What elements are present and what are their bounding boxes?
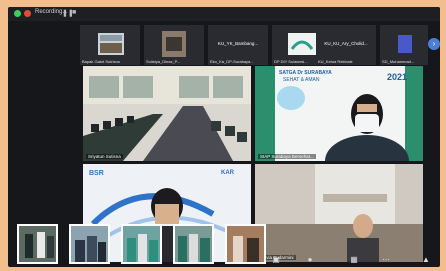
zoom-window: Recording... ❚❚ ■ Bapak Gatot Sutrisno S… xyxy=(8,7,440,267)
banner-subtitle: SEHAT & AMAN xyxy=(283,77,320,83)
participant-name: Sulistya_Dinas_P... xyxy=(146,59,181,64)
video-tile-room-person[interactable]: Sylvia Sudarmini xyxy=(255,164,423,262)
camera-icon[interactable]: ▣ xyxy=(272,256,280,264)
status-dot-icon xyxy=(14,10,21,17)
room-person-video xyxy=(255,164,423,262)
participant-thumbnail[interactable]: Sulistya_Dinas_P... xyxy=(144,25,204,65)
participant-name: Eko_Ka_DP-Surabaya... xyxy=(210,59,254,64)
more-icon[interactable]: ⋯ xyxy=(382,256,390,264)
chat-icon[interactable]: ▲ xyxy=(422,256,430,264)
gallery-photo[interactable] xyxy=(69,224,110,264)
record-icon[interactable] xyxy=(24,10,31,17)
next-page-icon[interactable]: › xyxy=(428,38,440,50)
participant-name: KU_Ketua Rektorat xyxy=(318,59,353,64)
participant-strip: Bapak Gatot Sutrisno Sulistya_Dinas_P...… xyxy=(80,25,432,65)
banner-year: 2021 xyxy=(387,72,408,82)
participant-name: Bapak Gatot Sutrisno xyxy=(82,59,121,64)
participant-name: SIAP Surabaya Bersehat... xyxy=(258,154,316,159)
participant-thumbnail[interactable]: SD_Muhammad... xyxy=(380,25,428,65)
participant-display-name: KU_YK_Bambang... xyxy=(217,41,259,46)
group-photo xyxy=(71,226,108,262)
group-photo xyxy=(19,226,56,262)
group-photo xyxy=(175,226,212,262)
banner-title: SATGA Dr SURABAYA xyxy=(279,70,332,76)
participant-thumbnail[interactable]: KU_YK_Bambang... Eko_Ka_DP-Surabaya... xyxy=(208,25,268,65)
meeting-room-video xyxy=(83,66,251,161)
grid-icon[interactable]: ▦ xyxy=(350,256,358,264)
participant-name: SD_Muhammad... xyxy=(382,59,415,64)
mic-icon[interactable]: ● xyxy=(306,256,314,264)
title-bar: Recording... ❚❚ ■ xyxy=(8,7,440,21)
gallery-photo[interactable] xyxy=(17,224,58,264)
kar-logo: KAR xyxy=(221,170,234,176)
bsr-logo: BSR xyxy=(89,170,104,177)
participant-name: DP DIY Sulawesi... xyxy=(274,59,308,64)
participant-display-name: KU_KU_Ary_Cholid... xyxy=(324,41,368,46)
gallery-photo[interactable] xyxy=(173,224,214,264)
gallery-photo[interactable] xyxy=(225,224,266,264)
gallery-photo[interactable] xyxy=(121,224,162,264)
participant-thumbnail[interactable]: KU_KU_Ary_Cholid... KU_Ketua Rektorat xyxy=(316,25,376,65)
video-tile-speaker[interactable]: SATGA Dr SURABAYA SEHAT & AMAN 2021 SIAP… xyxy=(255,66,423,161)
stop-icon[interactable]: ■ xyxy=(72,9,76,16)
participant-name: Sriyatun Sutisna xyxy=(86,154,123,159)
group-photo xyxy=(227,226,264,262)
video-tile-meeting-room[interactable]: Sriyatun Sutisna xyxy=(83,66,251,161)
participant-thumbnail[interactable]: Bapak Gatot Sutrisno xyxy=(80,25,140,65)
meeting-toolbar: ▣ ● ▦ ⋯ ▲ xyxy=(272,255,438,267)
group-photo xyxy=(123,226,160,262)
